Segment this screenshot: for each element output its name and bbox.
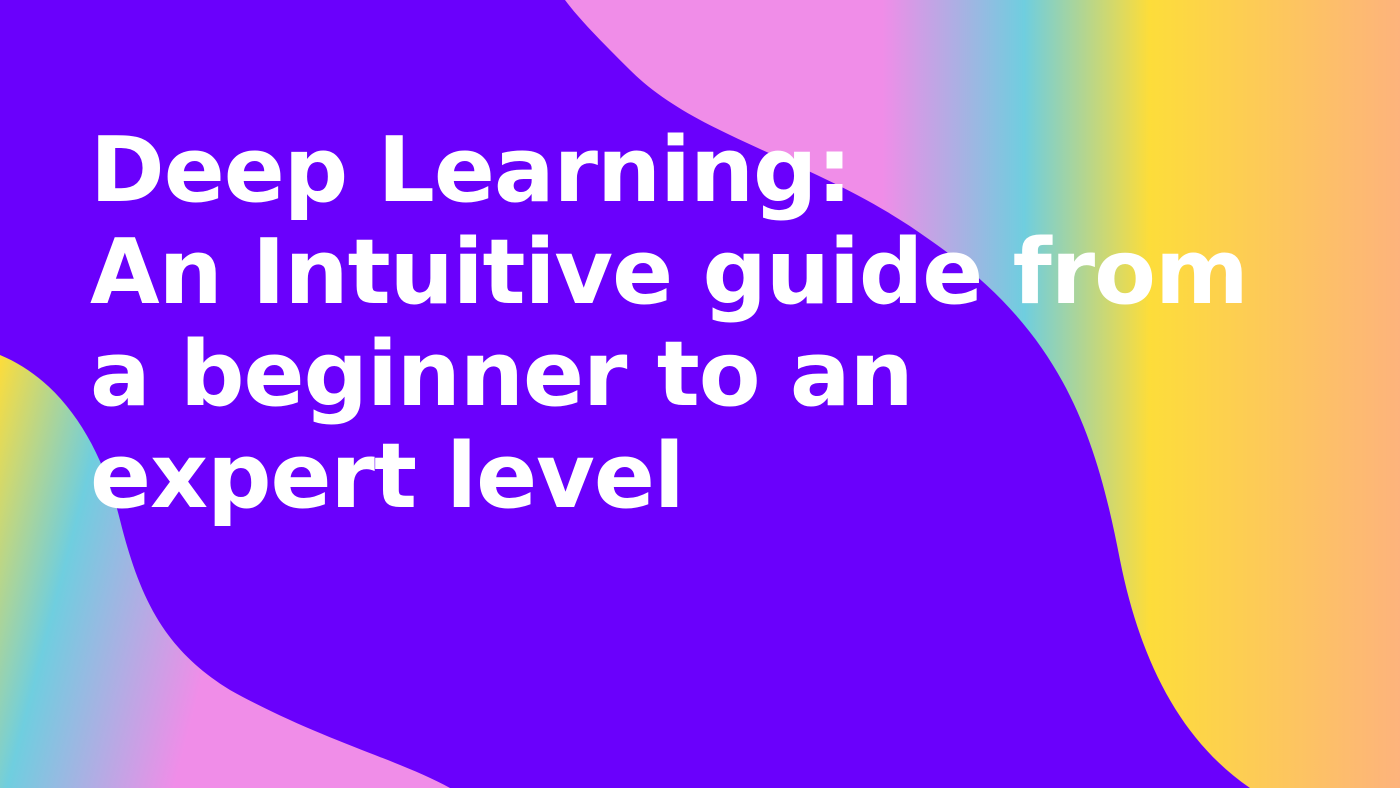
banner: Deep Learning: An Intuitive guide from a…: [0, 0, 1400, 788]
title-line: a beginner to an: [90, 322, 914, 427]
title-line: Deep Learning:: [90, 118, 852, 223]
title-line: expert level: [90, 424, 685, 529]
page-title: Deep Learning: An Intuitive guide from a…: [90, 118, 1249, 529]
title-line: An Intuitive guide from: [90, 220, 1249, 325]
